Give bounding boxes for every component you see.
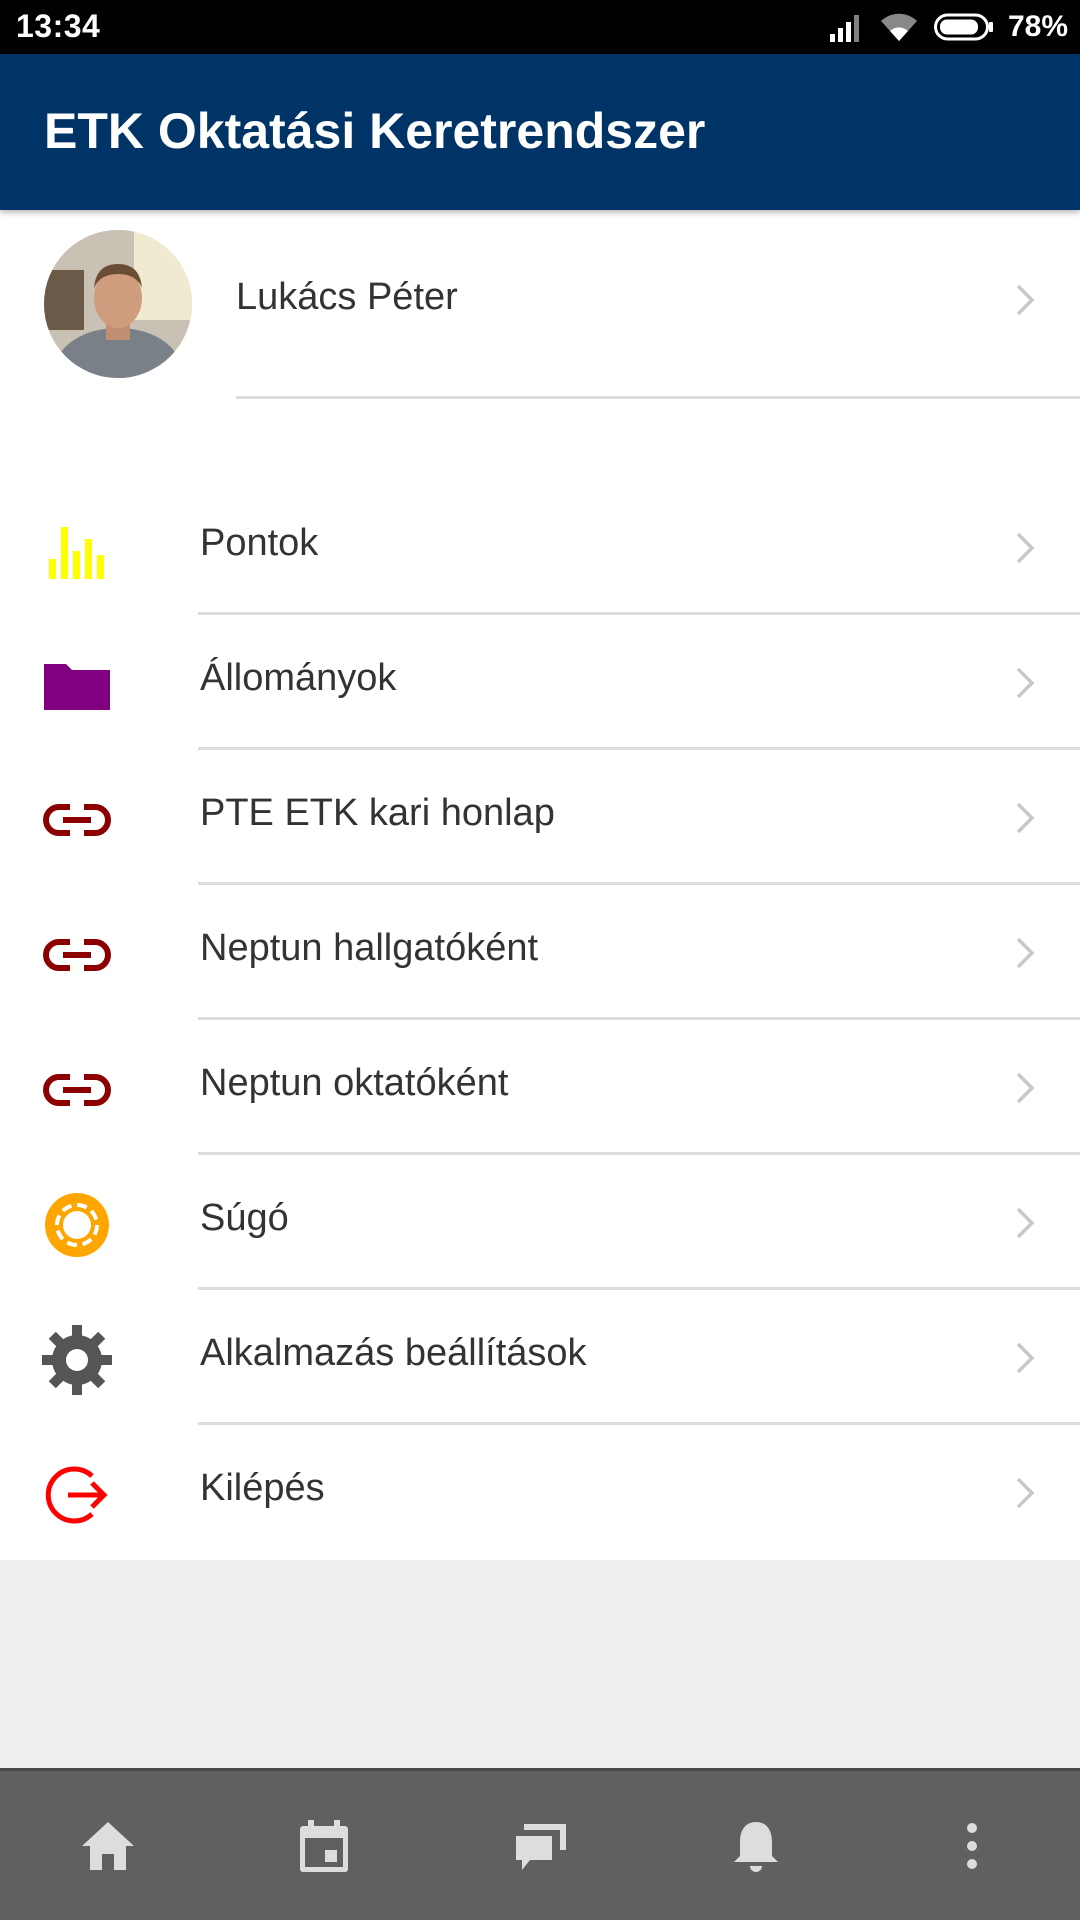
calendar-icon — [300, 1819, 348, 1872]
chevron-right-icon — [1016, 1207, 1035, 1239]
chevron-right-icon — [1016, 802, 1035, 834]
gear-icon — [42, 1325, 112, 1395]
logout-icon — [45, 1466, 108, 1524]
signal-icon — [829, 15, 859, 42]
app-bar: ETK Oktatási Keretrendszer — [0, 54, 1080, 210]
menu-item-kilepes[interactable]: Kilépés — [0, 1425, 1080, 1560]
chevron-right-icon — [1016, 937, 1035, 969]
chevron-right-icon — [1016, 532, 1035, 564]
menu-item-sugo[interactable]: Súgó — [0, 1155, 1080, 1290]
menu-item-label: Neptun hallgatóként — [200, 927, 539, 969]
chevron-right-icon — [1016, 1342, 1035, 1374]
menu-item-label: PTE ETK kari honlap — [200, 792, 555, 834]
divider — [236, 396, 1080, 399]
home-icon — [82, 1821, 134, 1870]
bell-icon — [734, 1821, 778, 1872]
menu-item-label: Kilépés — [200, 1467, 325, 1509]
chevron-right-icon — [1016, 284, 1035, 316]
menu-item-label: Állományok — [200, 657, 397, 699]
status-time: 13:34 — [16, 8, 101, 44]
chat-icon — [516, 1823, 566, 1870]
menu-item-pte-etk-honlap[interactable]: PTE ETK kari honlap — [0, 750, 1080, 885]
menu-item-label: Súgó — [200, 1197, 289, 1239]
chevron-right-icon — [1016, 667, 1035, 699]
chevron-right-icon — [1016, 1477, 1035, 1509]
bottom-nav — [0, 1768, 1080, 1920]
nav-home[interactable] — [48, 1786, 168, 1906]
nav-more[interactable] — [912, 1786, 1032, 1906]
menu-item-beallitasok[interactable]: Alkalmazás beállítások — [0, 1290, 1080, 1425]
lifebuoy-icon — [45, 1193, 109, 1257]
link-icon — [43, 804, 111, 836]
link-icon — [43, 1074, 111, 1106]
nav-messages[interactable] — [480, 1786, 600, 1906]
menu-item-label: Alkalmazás beállítások — [200, 1332, 587, 1374]
profile-name: Lukács Péter — [236, 276, 458, 318]
app-title: ETK Oktatási Keretrendszer — [44, 103, 706, 159]
menu-item-allomanyok[interactable]: Állományok — [0, 615, 1080, 750]
status-bar: 13:34 78% — [0, 0, 1080, 54]
menu-item-label: Neptun oktatóként — [200, 1062, 509, 1104]
menu-list: Pontok Állományok PTE ETK kari honlap Ne… — [0, 480, 1080, 1560]
avatar — [44, 230, 192, 378]
profile-row[interactable]: Lukács Péter — [0, 210, 1080, 480]
more-vert-icon — [967, 1822, 977, 1869]
menu-item-neptun-oktato[interactable]: Neptun oktatóként — [0, 1020, 1080, 1155]
menu-item-pontok[interactable]: Pontok — [0, 480, 1080, 615]
bar-chart-icon — [49, 527, 104, 579]
menu-item-label: Pontok — [200, 522, 319, 564]
wifi-icon — [880, 13, 917, 41]
chevron-right-icon — [1016, 1072, 1035, 1104]
nav-calendar[interactable] — [264, 1786, 384, 1906]
user-photo-icon — [44, 230, 192, 378]
battery-icon — [933, 13, 993, 41]
nav-notifications[interactable] — [696, 1786, 816, 1906]
menu-item-neptun-hallgato[interactable]: Neptun hallgatóként — [0, 885, 1080, 1020]
link-icon — [43, 939, 111, 971]
status-icons: 78% — [829, 0, 1068, 54]
battery-percent: 78% — [1007, 10, 1068, 43]
folder-icon — [44, 664, 110, 710]
